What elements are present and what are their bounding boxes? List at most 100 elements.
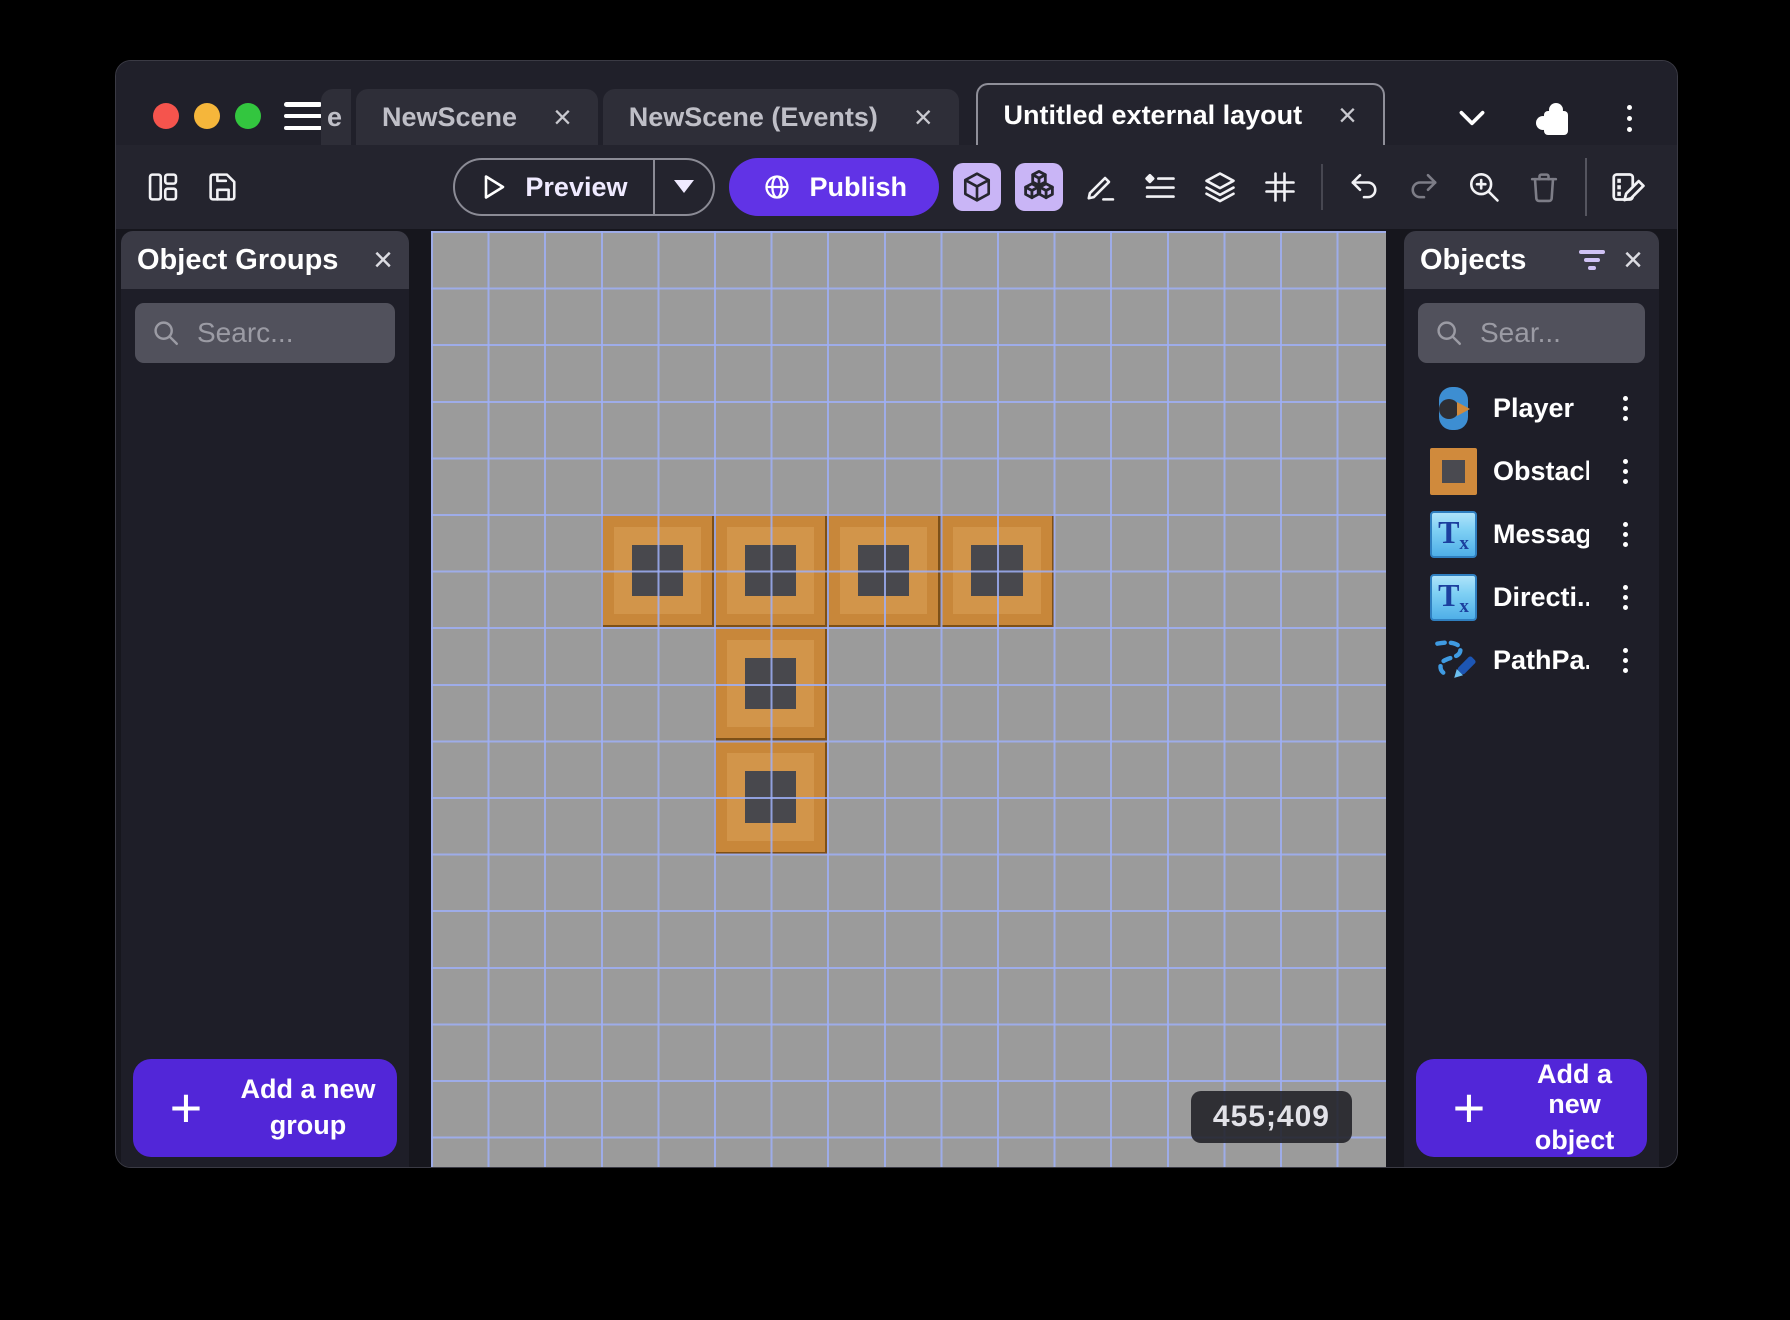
instances-cubes-toggle-icon[interactable] xyxy=(1015,163,1063,211)
close-icon[interactable]: × xyxy=(553,101,572,133)
object-groups-header: Object Groups × xyxy=(121,231,409,289)
tab-newscene-events[interactable]: NewScene (Events) × xyxy=(602,89,959,145)
group-search-input[interactable] xyxy=(195,316,379,350)
path-paint-icon xyxy=(1430,637,1477,684)
edit-scene-properties-icon[interactable] xyxy=(1605,164,1651,210)
object-search-input[interactable] xyxy=(1478,316,1629,350)
scene-canvas[interactable]: 455;409 xyxy=(431,231,1386,1167)
object-row-obstacle[interactable]: Obstacle xyxy=(1404,440,1659,503)
close-icon[interactable]: × xyxy=(914,101,933,133)
kebab-menu-icon[interactable] xyxy=(1605,512,1645,558)
object-label: Obstacle xyxy=(1493,456,1589,486)
preview-button[interactable]: Preview xyxy=(453,158,716,216)
tab-partial-label: e xyxy=(327,101,343,132)
instances-list-icon[interactable] xyxy=(1137,164,1183,210)
main-content: Object Groups × + Add a new xyxy=(116,229,1677,1167)
play-icon xyxy=(485,175,505,199)
redo-icon[interactable] xyxy=(1401,164,1447,210)
kebab-menu-icon[interactable] xyxy=(1605,449,1645,495)
cursor-coordinates-badge: 455;409 xyxy=(1190,1091,1352,1143)
objects-title: Objects xyxy=(1420,243,1527,276)
tile-layer xyxy=(431,231,1386,1167)
search-icon xyxy=(1437,321,1461,345)
edit-pencil-icon[interactable] xyxy=(1077,164,1123,210)
search-icon xyxy=(154,321,178,345)
objects-panel: Objects × Sear... Player Obstac Tx Messa… xyxy=(1404,231,1659,1167)
kebab-menu-icon[interactable] xyxy=(1605,575,1645,621)
delete-trash-icon[interactable] xyxy=(1521,164,1567,210)
tab-partial[interactable]: e xyxy=(321,89,351,145)
toolbar: Preview Publish xyxy=(116,145,1677,229)
add-object-label-line1: Add a new xyxy=(1536,1059,1612,1120)
tab-label: NewScene xyxy=(382,101,518,132)
close-icon[interactable]: × xyxy=(373,243,393,277)
obstacle-instance[interactable] xyxy=(714,514,828,628)
grid-icon[interactable] xyxy=(1257,164,1303,210)
obstacle-instance[interactable] xyxy=(940,514,1054,628)
object-search-box[interactable] xyxy=(1418,303,1645,363)
tab-label: NewScene (Events) xyxy=(628,101,878,132)
gdevelop-window: e NewScene × NewScene (Events) × Untitle… xyxy=(115,60,1678,1168)
object-groups-title: Object Groups xyxy=(137,243,339,276)
obstacle-icon xyxy=(1430,448,1477,495)
zoom-in-icon[interactable] xyxy=(1461,164,1507,210)
globe-icon xyxy=(765,175,790,199)
preview-dropdown-caret-icon[interactable] xyxy=(655,160,713,214)
desktop-background: e NewScene × NewScene (Events) × Untitle… xyxy=(0,0,1790,1320)
kebab-menu-icon[interactable] xyxy=(1605,386,1645,432)
preview-main[interactable]: Preview xyxy=(455,160,653,214)
object-row-directions[interactable]: Tx Directi... xyxy=(1404,566,1659,629)
object-row-player[interactable]: Player xyxy=(1404,377,1659,440)
layers-icon[interactable] xyxy=(1197,164,1243,210)
plus-icon: + xyxy=(169,1076,203,1139)
object-label: Directi... xyxy=(1493,582,1589,612)
tab-label: Untitled external layout xyxy=(1003,99,1303,130)
publish-button[interactable]: Publish xyxy=(729,158,939,216)
text-object-icon: Tx xyxy=(1430,574,1477,621)
save-icon[interactable] xyxy=(200,164,246,210)
obstacle-instance[interactable] xyxy=(714,740,828,854)
player-icon xyxy=(1430,385,1477,432)
object-label: PathPa... xyxy=(1493,645,1589,675)
object-groups-panel: Object Groups × + Add a new xyxy=(121,231,409,1167)
window-menu-kebab-icon[interactable] xyxy=(1609,95,1649,141)
add-group-label-line1: Add a new xyxy=(240,1074,376,1105)
add-object-label-line2: object xyxy=(1534,1124,1615,1155)
tab-newscene[interactable]: NewScene × xyxy=(356,89,598,145)
add-object-button[interactable]: + Add a new object xyxy=(1416,1059,1647,1157)
add-group-label-line2: group xyxy=(269,1110,347,1140)
minimize-window-button[interactable] xyxy=(194,103,220,129)
titlebar: e NewScene × NewScene (Events) × Untitle… xyxy=(116,61,1677,145)
hamburger-menu-icon[interactable] xyxy=(284,100,322,132)
obstacle-instance[interactable] xyxy=(600,514,714,628)
object-label: Message xyxy=(1493,519,1589,549)
extensions-puzzle-icon[interactable] xyxy=(1529,95,1575,141)
preview-label: Preview xyxy=(525,171,628,202)
project-manager-icon[interactable] xyxy=(140,164,186,210)
titlebar-actions xyxy=(1449,95,1649,141)
undo-icon[interactable] xyxy=(1341,164,1387,210)
add-group-button[interactable]: + Add a new group xyxy=(133,1059,397,1157)
tab-bar: e NewScene × NewScene (Events) × Untitle… xyxy=(321,83,1447,145)
object-label: Player xyxy=(1493,393,1575,423)
group-search-box[interactable] xyxy=(135,303,395,363)
traffic-lights xyxy=(153,103,261,129)
view-3d-box-toggle-icon[interactable] xyxy=(953,163,1001,211)
obstacle-instance[interactable] xyxy=(714,627,828,741)
close-window-button[interactable] xyxy=(153,103,179,129)
publish-label: Publish xyxy=(809,171,907,202)
close-icon[interactable]: × xyxy=(1338,99,1357,131)
plus-icon: + xyxy=(1452,1076,1486,1139)
object-list: Player Obstacle Tx Message Tx xyxy=(1404,377,1659,692)
object-row-message[interactable]: Tx Message xyxy=(1404,503,1659,566)
objects-header: Objects × xyxy=(1404,231,1659,289)
chevron-down-icon[interactable] xyxy=(1449,95,1495,141)
object-row-pathpaint[interactable]: PathPa... xyxy=(1404,629,1659,692)
text-object-icon: Tx xyxy=(1430,511,1477,558)
filter-icon[interactable] xyxy=(1579,250,1606,270)
close-icon[interactable]: × xyxy=(1623,243,1643,277)
kebab-menu-icon[interactable] xyxy=(1605,638,1645,684)
obstacle-instance[interactable] xyxy=(827,514,941,628)
tab-untitled-external-layout[interactable]: Untitled external layout × xyxy=(975,83,1385,145)
maximize-window-button[interactable] xyxy=(235,103,261,129)
